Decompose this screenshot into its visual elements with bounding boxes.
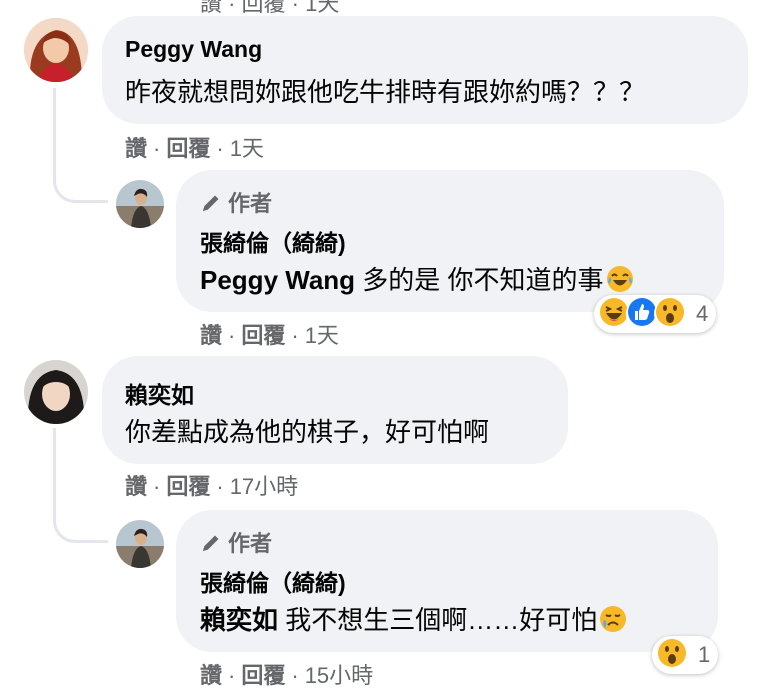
separator-dot: ·	[216, 474, 224, 499]
mention-tag[interactable]: Peggy Wang	[200, 265, 355, 295]
separator-dot: ·	[291, 323, 299, 348]
comment-text: 你差點成為他的棋子，好可怕啊	[125, 417, 490, 447]
separator-dot: ·	[216, 136, 224, 161]
reply-text: Peggy Wang 多的是 你不知道的事	[200, 260, 634, 300]
comment-actions: 讚 · 回覆 · 15小時	[200, 658, 373, 690]
reply-thread-line	[53, 428, 108, 543]
avatar[interactable]	[24, 18, 88, 82]
like-link[interactable]: 讚	[200, 323, 222, 348]
comment-actions: 讚 · 回覆 · 1天	[125, 131, 264, 163]
author-badge: 作者	[200, 526, 272, 560]
reaction-summary[interactable]: 1	[652, 636, 719, 674]
commenter-name[interactable]: 張綺倫（綺綺)	[200, 564, 346, 598]
reply-link[interactable]: 回覆	[241, 323, 285, 348]
like-link[interactable]: 讚	[200, 663, 222, 688]
author-badge: 作者	[200, 186, 272, 220]
reaction-count: 1	[698, 642, 711, 667]
mention-tag[interactable]: 賴奕如	[200, 605, 278, 635]
timestamp[interactable]: 1天	[305, 323, 339, 348]
wow-reaction-icon	[654, 296, 690, 332]
separator-dot: ·	[291, 663, 299, 688]
like-link[interactable]: 讚	[125, 474, 147, 499]
comment-actions: 讚 · 回覆 · 17小時	[125, 469, 298, 501]
reply-link[interactable]: 回覆	[241, 663, 285, 688]
avatar[interactable]	[24, 360, 88, 424]
commenter-name[interactable]: 賴奕如	[125, 376, 194, 410]
wow-reaction-icon	[656, 637, 692, 673]
reply-text: 賴奕如 我不想生三個啊……好可怕	[200, 600, 627, 640]
commenter-name[interactable]: Peggy Wang	[125, 36, 262, 63]
sad-sweat-emoji	[599, 605, 627, 640]
reaction-count: 4	[696, 301, 709, 326]
separator-dot: ·	[153, 474, 161, 499]
avatar[interactable]	[116, 520, 164, 568]
separator-dot: ·	[153, 136, 161, 161]
separator-dot: ·	[228, 663, 236, 688]
timestamp[interactable]: 15小時	[305, 663, 373, 688]
reply-link[interactable]: 回覆	[166, 474, 210, 499]
timestamp[interactable]: 17小時	[230, 474, 298, 499]
reply-thread-line	[53, 88, 108, 203]
like-link[interactable]: 讚	[125, 136, 147, 161]
pencil-icon	[200, 532, 222, 560]
reply-link[interactable]: 回覆	[166, 136, 210, 161]
reaction-summary[interactable]: 4	[594, 295, 717, 333]
timestamp[interactable]: 1天	[230, 136, 264, 161]
pencil-icon	[200, 192, 222, 220]
comment-actions: 讚 · 回覆 · 1天	[200, 318, 339, 350]
commenter-name[interactable]: 張綺倫（綺綺)	[200, 224, 346, 258]
comment-text: 昨夜就想問妳跟他吃牛排時有跟妳約嗎？？？	[125, 77, 646, 107]
avatar[interactable]	[116, 180, 164, 228]
separator-dot: ·	[228, 323, 236, 348]
